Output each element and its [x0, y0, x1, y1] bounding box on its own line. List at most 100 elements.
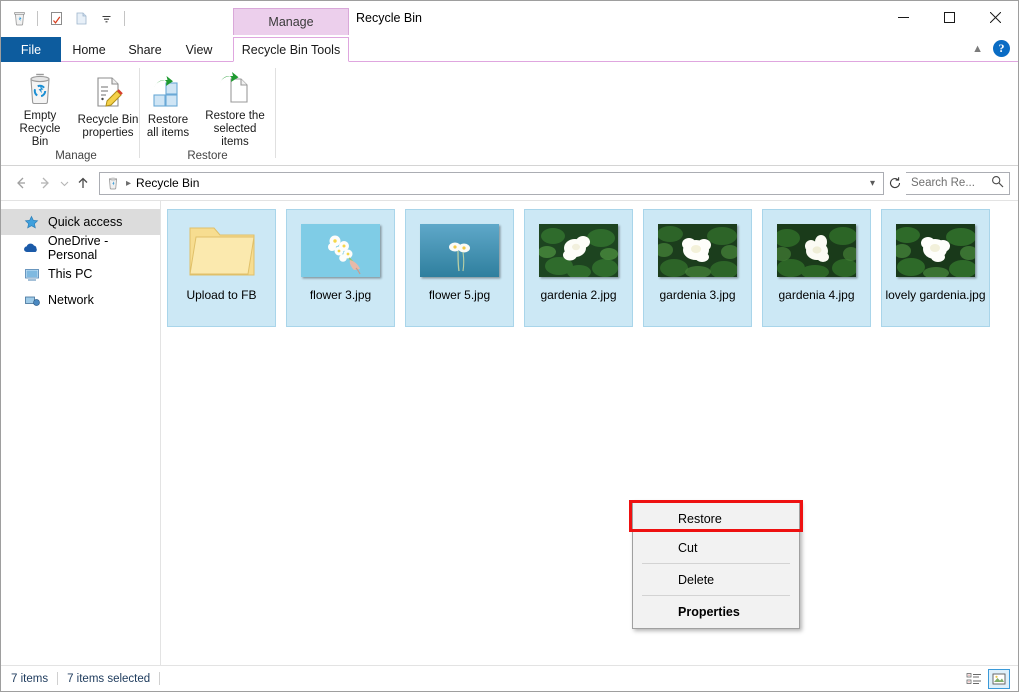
- breadcrumb-path[interactable]: Recycle Bin: [136, 176, 199, 190]
- sidebar-item-label: Network: [48, 293, 94, 307]
- tab-home[interactable]: Home: [61, 37, 117, 62]
- ribbon-tab-actions: ▲ ?: [972, 40, 1010, 57]
- ribbon: Empty Recycle Bin Recycle Bin properties…: [1, 62, 1018, 166]
- maximize-button[interactable]: [926, 1, 972, 33]
- empty-recycle-bin-label-1: Empty: [23, 110, 57, 122]
- restore-selected-items-label-1: Restore the: [205, 110, 265, 122]
- close-button[interactable]: [972, 1, 1018, 33]
- file-item-gardenia-2[interactable]: gardenia 2.jpg: [524, 209, 633, 327]
- file-item-gardenia-4[interactable]: gardenia 4.jpg: [762, 209, 871, 327]
- restore-selected-items-label-2: selected items: [213, 123, 257, 148]
- file-item-upload-to-fb[interactable]: Upload to FB: [167, 209, 276, 327]
- search-icon[interactable]: [991, 175, 1004, 191]
- window-controls: [880, 1, 1018, 33]
- ribbon-group-restore: Restore all items Restore the selected i…: [140, 62, 275, 166]
- breadcrumb-separator: ▸: [126, 177, 132, 189]
- file-item-label: Upload to FB: [186, 288, 257, 302]
- file-item-label: flower 5.jpg: [428, 288, 491, 302]
- tab-file[interactable]: File: [1, 37, 61, 62]
- restore-all-items-label-1: Restore: [147, 114, 189, 126]
- file-item-gardenia-3[interactable]: gardenia 3.jpg: [643, 209, 752, 327]
- quick-access-toolbar: [9, 8, 128, 28]
- chevron-up-icon[interactable]: ▲: [972, 43, 983, 55]
- file-thumbnail: [896, 218, 976, 282]
- tab-share[interactable]: Share: [117, 37, 173, 62]
- context-menu-separator-2: [642, 595, 790, 596]
- title-bar: Manage Recycle Bin: [1, 1, 1018, 37]
- file-item-lovely-gardenia[interactable]: lovely gardenia.jpg: [881, 209, 990, 327]
- context-menu-separator-1: [642, 563, 790, 564]
- paste-icon[interactable]: [71, 8, 91, 28]
- explorer-content: Quick access OneDrive - Personal This PC: [1, 200, 1018, 665]
- recycle-bin-icon: [104, 175, 121, 192]
- properties-icon[interactable]: [46, 8, 66, 28]
- tab-recycle-bin-tools[interactable]: Recycle Bin Tools: [233, 37, 349, 62]
- forward-button[interactable]: [33, 171, 57, 195]
- empty-recycle-bin-button[interactable]: Empty Recycle Bin: [7, 67, 73, 148]
- navigation-pane: Quick access OneDrive - Personal This PC: [1, 201, 161, 665]
- file-item-flower-3[interactable]: flower 3.jpg: [286, 209, 395, 327]
- address-path-box[interactable]: ▸ Recycle Bin ▾: [99, 171, 884, 195]
- context-menu: Restore Cut Delete Properties: [632, 501, 800, 629]
- file-item-label: gardenia 4.jpg: [778, 288, 855, 302]
- ribbon-tab-strip: File Home Share View Recycle Bin Tools ▲…: [1, 37, 1018, 62]
- search-input[interactable]: Search Re...: [911, 177, 991, 189]
- context-menu-item-delete[interactable]: Delete: [633, 565, 799, 594]
- cloud-icon: [23, 240, 40, 257]
- minimize-button[interactable]: [880, 1, 926, 33]
- ribbon-group-separator-2: [275, 68, 276, 158]
- sidebar-item-onedrive[interactable]: OneDrive - Personal: [1, 234, 160, 262]
- sidebar-item-network[interactable]: Network: [1, 287, 160, 313]
- help-icon[interactable]: ?: [993, 40, 1010, 57]
- recent-locations-button[interactable]: [57, 171, 71, 195]
- search-box[interactable]: Search Re...: [906, 171, 1010, 195]
- restore-all-icon: [150, 70, 186, 110]
- ribbon-group-manage: Empty Recycle Bin Recycle Bin properties…: [7, 62, 145, 166]
- file-item-label: lovely gardenia.jpg: [885, 288, 986, 302]
- status-divider-2: [159, 672, 161, 685]
- restore-selected-items-button[interactable]: Restore the selected items: [196, 67, 274, 148]
- context-menu-item-properties[interactable]: Properties: [633, 597, 799, 626]
- tab-view[interactable]: View: [173, 37, 225, 62]
- up-button[interactable]: [71, 171, 95, 195]
- context-menu-item-restore[interactable]: Restore: [633, 504, 799, 533]
- sidebar-item-label: OneDrive - Personal: [47, 234, 109, 262]
- file-thumbnail: [777, 218, 857, 282]
- file-item-flower-5[interactable]: flower 5.jpg: [405, 209, 514, 327]
- window-title: Recycle Bin: [356, 11, 422, 25]
- monitor-icon: [23, 266, 40, 283]
- restore-selected-icon: [217, 70, 253, 106]
- toolbar-divider-2: [124, 10, 125, 26]
- large-icons-view-button[interactable]: [988, 668, 1010, 689]
- file-item-label: gardenia 3.jpg: [659, 288, 736, 302]
- restore-all-items-button[interactable]: Restore all items: [140, 67, 196, 142]
- back-button[interactable]: [9, 171, 33, 195]
- customize-dropdown-icon[interactable]: [96, 8, 116, 28]
- file-thumbnail: [658, 218, 738, 282]
- file-item-label: flower 3.jpg: [309, 288, 372, 302]
- recycle-bin-icon[interactable]: [9, 8, 29, 28]
- file-thumbnail: [539, 218, 619, 282]
- sidebar-item-quick-access[interactable]: Quick access: [1, 209, 160, 235]
- file-list-pane[interactable]: Upload to FB flower 3.jpg flower 5.jpg g…: [161, 201, 1018, 665]
- context-menu-item-cut[interactable]: Cut: [633, 533, 799, 562]
- details-view-button[interactable]: [963, 669, 985, 689]
- recycle-bin-properties-button[interactable]: Recycle Bin properties: [73, 67, 143, 142]
- ribbon-group-label-manage: Manage: [55, 150, 97, 162]
- file-thumbnail: [420, 218, 500, 282]
- restore-all-items-label-2: all items: [146, 127, 190, 139]
- sidebar-item-this-pc[interactable]: This PC: [1, 261, 160, 287]
- network-icon: [23, 292, 40, 309]
- file-item-label: gardenia 2.jpg: [540, 288, 617, 302]
- empty-recycle-bin-label-2: Recycle Bin: [19, 123, 61, 148]
- refresh-button[interactable]: [884, 172, 906, 195]
- chevron-down-icon[interactable]: ▾: [870, 178, 879, 189]
- item-count-label: 7 items: [11, 672, 49, 685]
- file-tiles: Upload to FB flower 3.jpg flower 5.jpg g…: [167, 209, 1012, 327]
- recycle-bin-properties-label-2: properties: [82, 127, 134, 139]
- contextual-tab-header: Manage: [233, 8, 349, 35]
- address-bar: ▸ Recycle Bin ▾ Search Re...: [1, 166, 1018, 200]
- file-thumbnail: [301, 218, 381, 282]
- sidebar-item-label: This PC: [48, 267, 93, 281]
- sidebar-item-label: Quick access: [48, 215, 123, 229]
